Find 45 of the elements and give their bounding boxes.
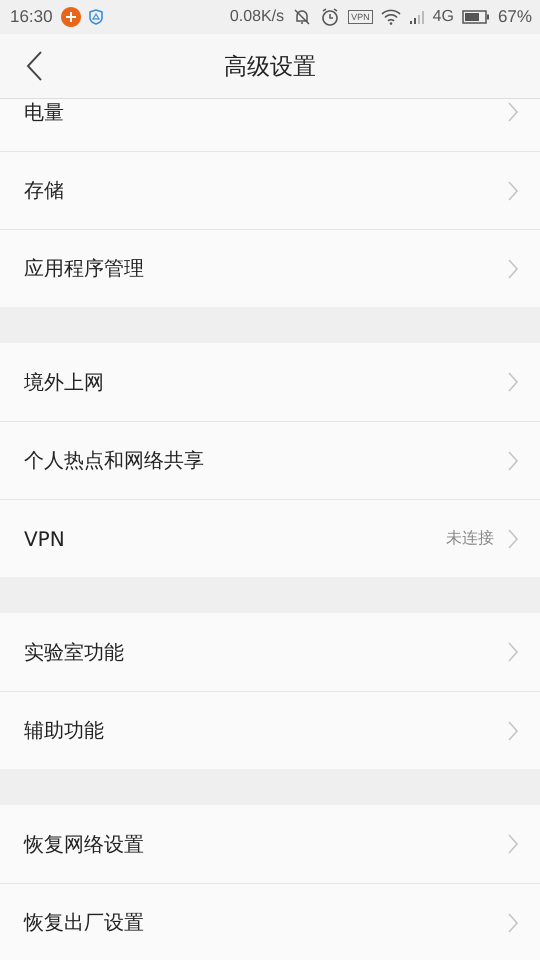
page-title: 高级设置 bbox=[224, 52, 316, 82]
chevron-icon bbox=[508, 912, 518, 932]
row-label: 应用程序管理 bbox=[24, 255, 145, 282]
battery-icon bbox=[462, 10, 490, 24]
chevron-icon bbox=[508, 450, 518, 470]
settings-row[interactable]: 境外上网 bbox=[0, 343, 540, 421]
alarm-icon bbox=[320, 7, 340, 27]
row-label: 个人热点和网络共享 bbox=[24, 447, 205, 474]
chevron-icon bbox=[508, 720, 518, 740]
settings-row[interactable]: 个人热点和网络共享 bbox=[0, 421, 540, 499]
settings-row[interactable]: 恢复网络设置 bbox=[0, 805, 540, 883]
chevron-icon bbox=[508, 834, 518, 854]
row-label: 辅助功能 bbox=[24, 717, 105, 744]
row-label: 境外上网 bbox=[24, 368, 105, 396]
chevron-icon bbox=[508, 180, 518, 200]
row-label: 存储 bbox=[24, 177, 65, 204]
settings-row[interactable]: VPN 未连接 bbox=[0, 499, 540, 577]
wifi-icon bbox=[380, 9, 401, 25]
settings-row[interactable]: 电量 bbox=[0, 99, 540, 151]
battery-percent: 67% bbox=[498, 7, 532, 27]
muted-bell-icon bbox=[292, 7, 312, 27]
row-label: 实验室功能 bbox=[24, 638, 125, 666]
chevron-icon bbox=[508, 102, 518, 122]
back-icon bbox=[26, 51, 42, 81]
chevron-icon bbox=[508, 528, 518, 548]
settings-row[interactable]: 恢复出厂设置 bbox=[0, 883, 540, 960]
app-badge-icon bbox=[60, 7, 81, 27]
settings-row[interactable]: 实验室功能 bbox=[0, 613, 540, 691]
shield-icon bbox=[88, 9, 103, 25]
chevron-icon bbox=[508, 372, 518, 392]
vpn-indicator: VPN bbox=[348, 10, 373, 24]
network-speed: 0.08K/s bbox=[230, 8, 284, 26]
network-type: 4G bbox=[432, 8, 454, 26]
row-label: 电量 bbox=[24, 99, 65, 126]
status-time: 16:30 bbox=[10, 7, 53, 27]
settings-row[interactable]: 存储 bbox=[0, 151, 540, 229]
signal-icon bbox=[408, 9, 425, 25]
settings-row[interactable]: 辅助功能 bbox=[0, 691, 540, 769]
row-label: 恢复网络设置 bbox=[24, 830, 145, 858]
chevron-icon bbox=[508, 258, 518, 278]
row-value: 未连接 bbox=[446, 528, 494, 549]
row-label: 恢复出厂设置 bbox=[24, 909, 145, 936]
settings-row[interactable]: 应用程序管理 bbox=[0, 229, 540, 307]
row-label: VPN bbox=[24, 526, 66, 550]
chevron-icon bbox=[508, 642, 518, 662]
